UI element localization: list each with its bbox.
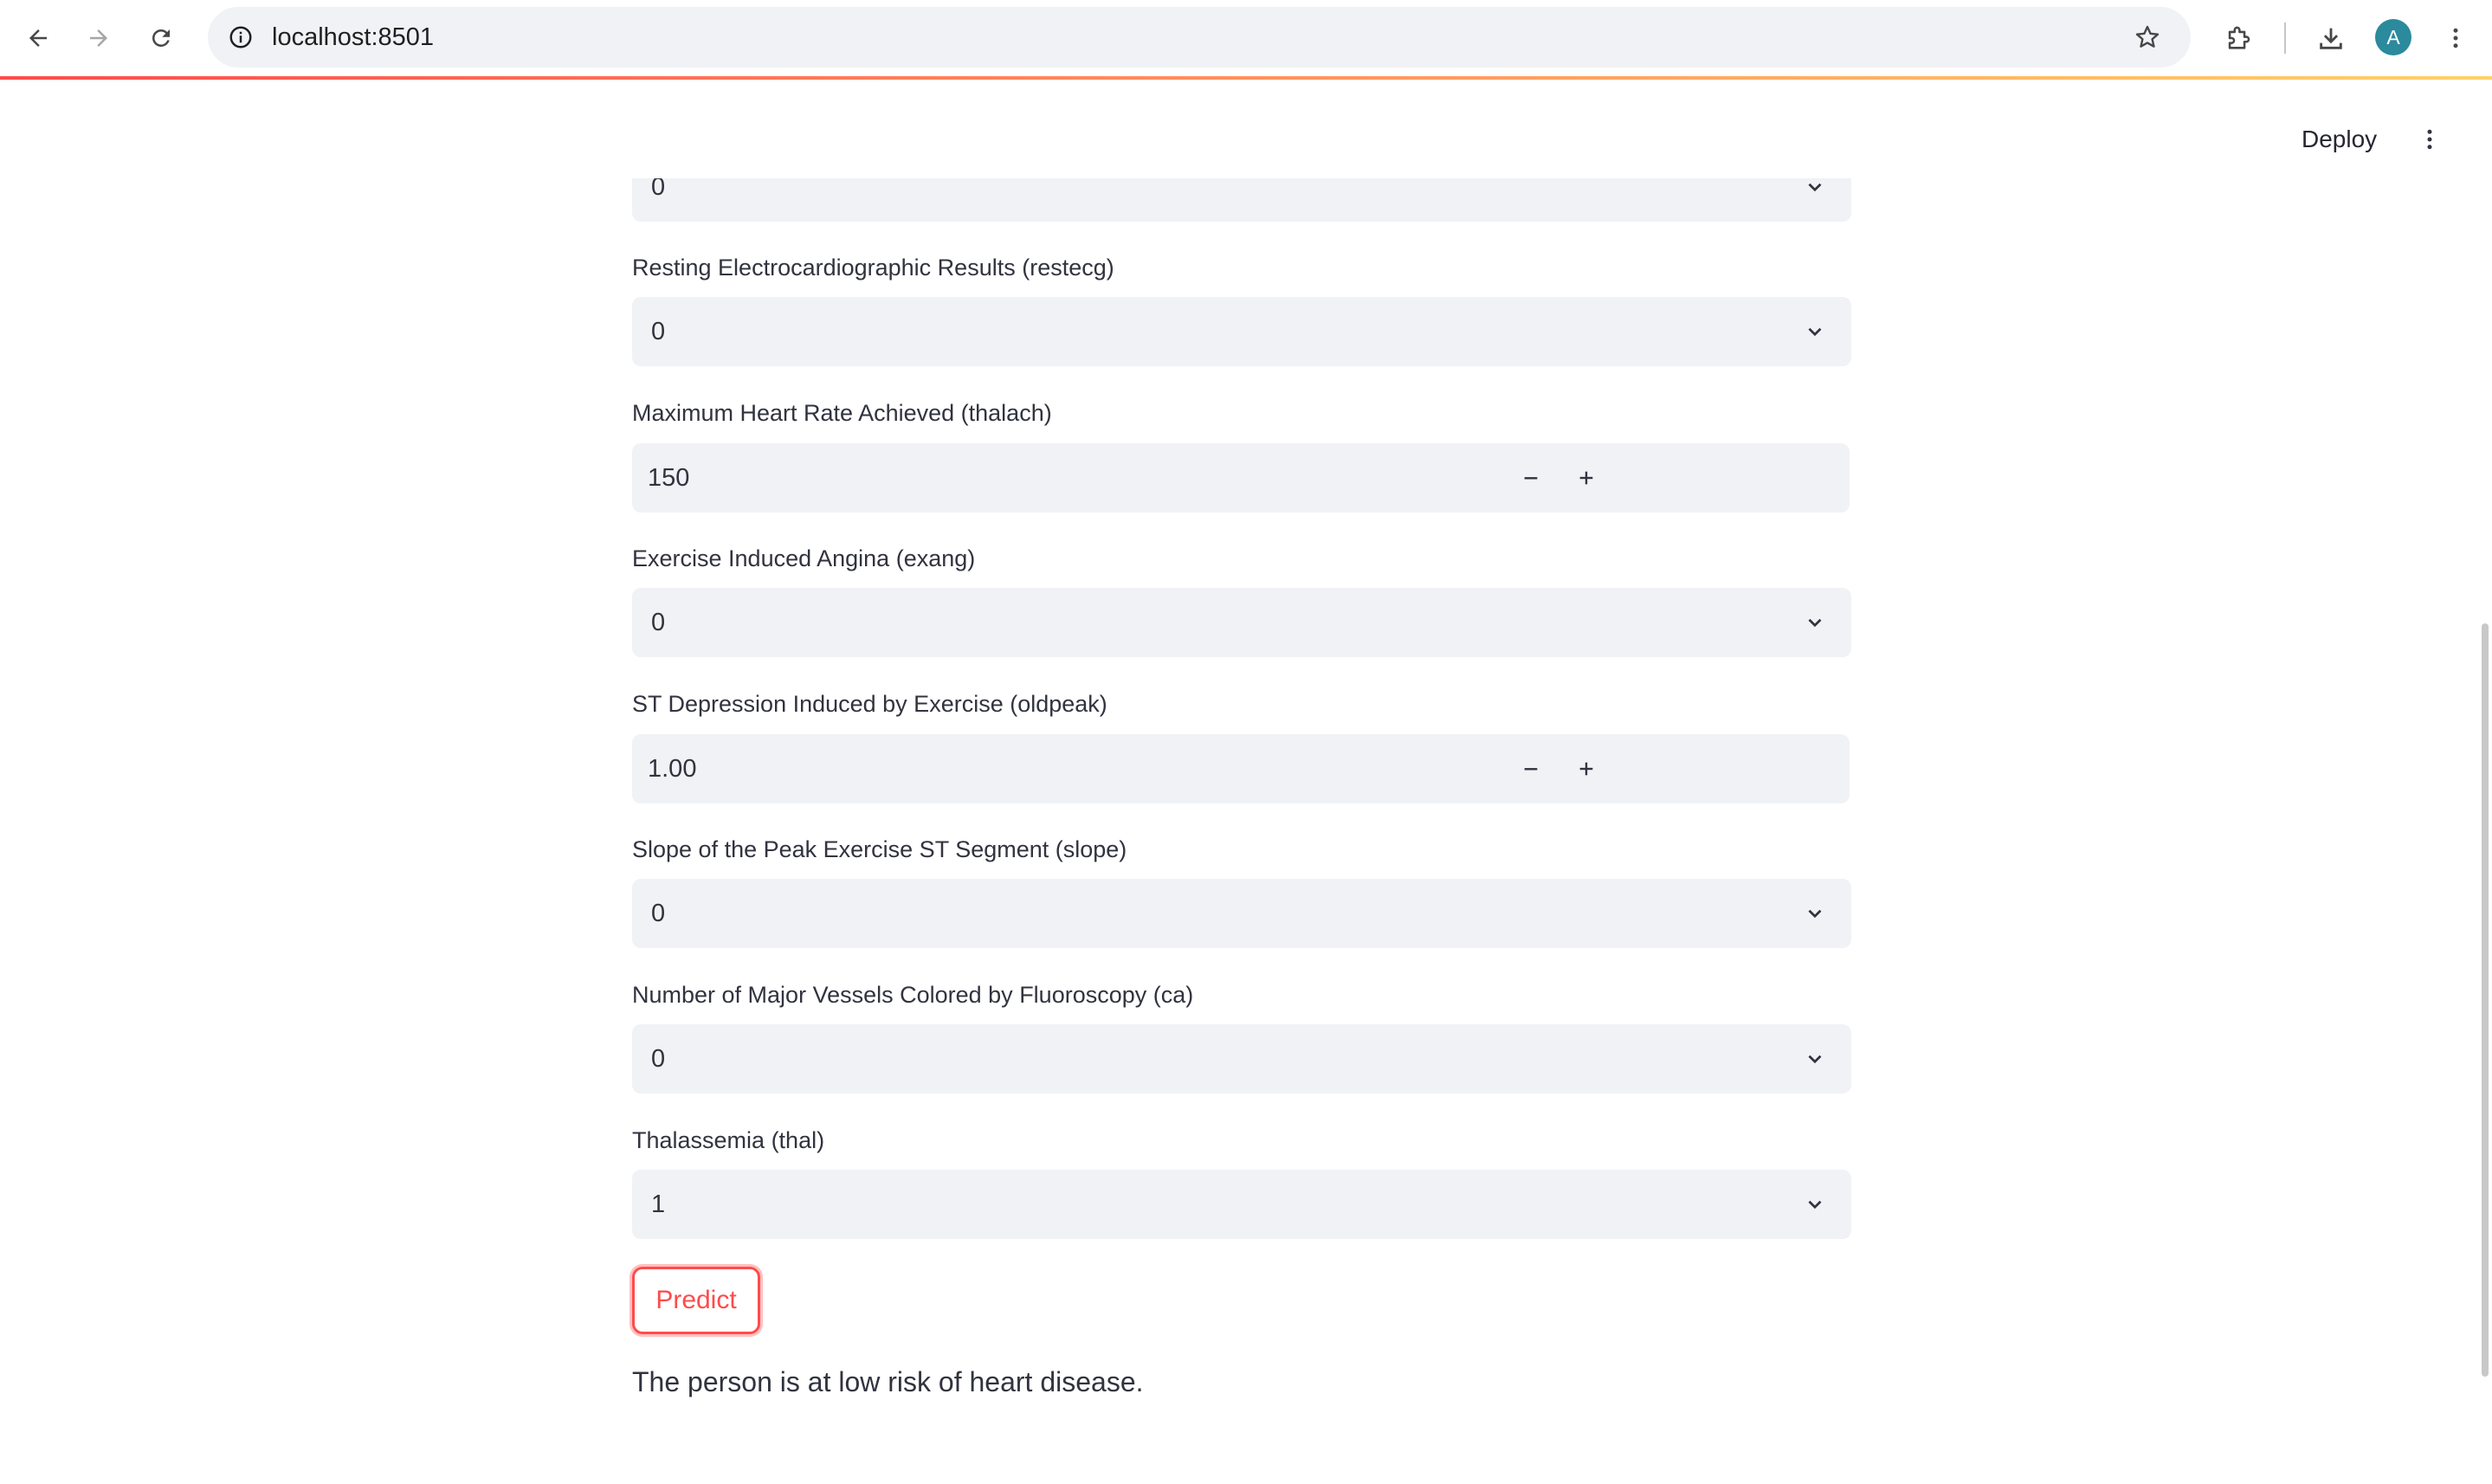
oldpeak-decrement-button[interactable]: [1510, 748, 1552, 790]
address-bar[interactable]: localhost:8501: [208, 7, 2191, 68]
ca-select[interactable]: 0: [632, 1024, 1851, 1094]
thalach-value[interactable]: 150: [648, 443, 689, 513]
profile-avatar[interactable]: A: [2375, 19, 2411, 55]
arrow-left-icon: [29, 29, 47, 47]
plus-icon: [1579, 471, 1593, 485]
browser-toolbar: localhost:8501 A: [0, 0, 2492, 76]
oldpeak-value[interactable]: 1.00: [648, 734, 696, 803]
slope-value: 0: [651, 900, 666, 927]
download-icon: [2320, 28, 2342, 49]
ca-label: Number of Major Vessels Colored by Fluor…: [632, 982, 1194, 1008]
chevron-down-icon: [1801, 1190, 1829, 1218]
chevron-down-icon: [1801, 178, 1829, 201]
chevron-down-icon: [1801, 318, 1829, 345]
restecg-select[interactable]: 0: [632, 297, 1851, 366]
thal-value: 1: [651, 1190, 666, 1218]
app-menu-button[interactable]: [2411, 118, 2449, 161]
minus-icon: [1524, 768, 1538, 771]
chevron-down-icon: [1801, 609, 1829, 636]
thal-label: Thalassemia (thal): [632, 1127, 825, 1153]
reload-icon: [152, 29, 170, 47]
select-partial[interactable]: 0: [632, 173, 1851, 222]
deploy-button[interactable]: Deploy: [2286, 118, 2392, 161]
browser-menu-button[interactable]: [2435, 17, 2476, 59]
back-button[interactable]: [19, 19, 57, 57]
restecg-label: Resting Electrocardiographic Results (re…: [632, 255, 1114, 281]
slope-select[interactable]: 0: [632, 879, 1851, 948]
page-scrollbar[interactable]: [2482, 623, 2489, 1377]
predict-button[interactable]: Predict: [632, 1267, 760, 1334]
prediction-result-text: The person is at low risk of heart disea…: [632, 1366, 1144, 1397]
minus-icon: [1524, 477, 1538, 480]
bookmark-button[interactable]: [2128, 18, 2166, 56]
forward-button[interactable]: [80, 19, 118, 57]
toolbar-divider: [2284, 23, 2286, 54]
app-decoration-bar: [0, 76, 2492, 80]
thalach-increment-button[interactable]: [1566, 457, 1607, 499]
select-value: 0: [651, 173, 666, 201]
plus-icon: [1579, 762, 1593, 776]
kebab-menu-icon: [2427, 129, 2432, 150]
ca-value: 0: [651, 1045, 666, 1073]
exang-value: 0: [651, 609, 666, 636]
oldpeak-label: ST Depression Induced by Exercise (oldpe…: [632, 691, 1107, 717]
thalach-decrement-button[interactable]: [1510, 457, 1552, 499]
slope-label: Slope of the Peak Exercise ST Segment (s…: [632, 836, 1127, 862]
kebab-menu-icon: [2453, 28, 2458, 48]
extensions-button[interactable]: [2218, 17, 2259, 59]
exang-label: Exercise Induced Angina (exang): [632, 545, 976, 571]
exang-select[interactable]: 0: [632, 588, 1851, 657]
thal-select[interactable]: 1: [632, 1170, 1851, 1239]
thalach-label: Maximum Heart Rate Achieved (thalach): [632, 400, 1052, 426]
oldpeak-number-input[interactable]: 1.00: [632, 734, 1850, 803]
url-text[interactable]: localhost:8501: [272, 7, 434, 68]
thalach-number-input[interactable]: 150: [632, 443, 1850, 513]
info-icon: [229, 26, 252, 48]
restecg-value: 0: [651, 318, 666, 345]
chevron-down-icon: [1801, 900, 1829, 927]
arrow-right-icon: [90, 29, 107, 47]
reload-button[interactable]: [142, 19, 180, 57]
puzzle-icon: [2228, 26, 2250, 49]
downloads-button[interactable]: [2310, 17, 2352, 59]
site-info-button[interactable]: [222, 18, 260, 56]
chevron-down-icon: [1801, 1045, 1829, 1073]
oldpeak-increment-button[interactable]: [1566, 748, 1607, 790]
star-icon: [2135, 25, 2160, 48]
